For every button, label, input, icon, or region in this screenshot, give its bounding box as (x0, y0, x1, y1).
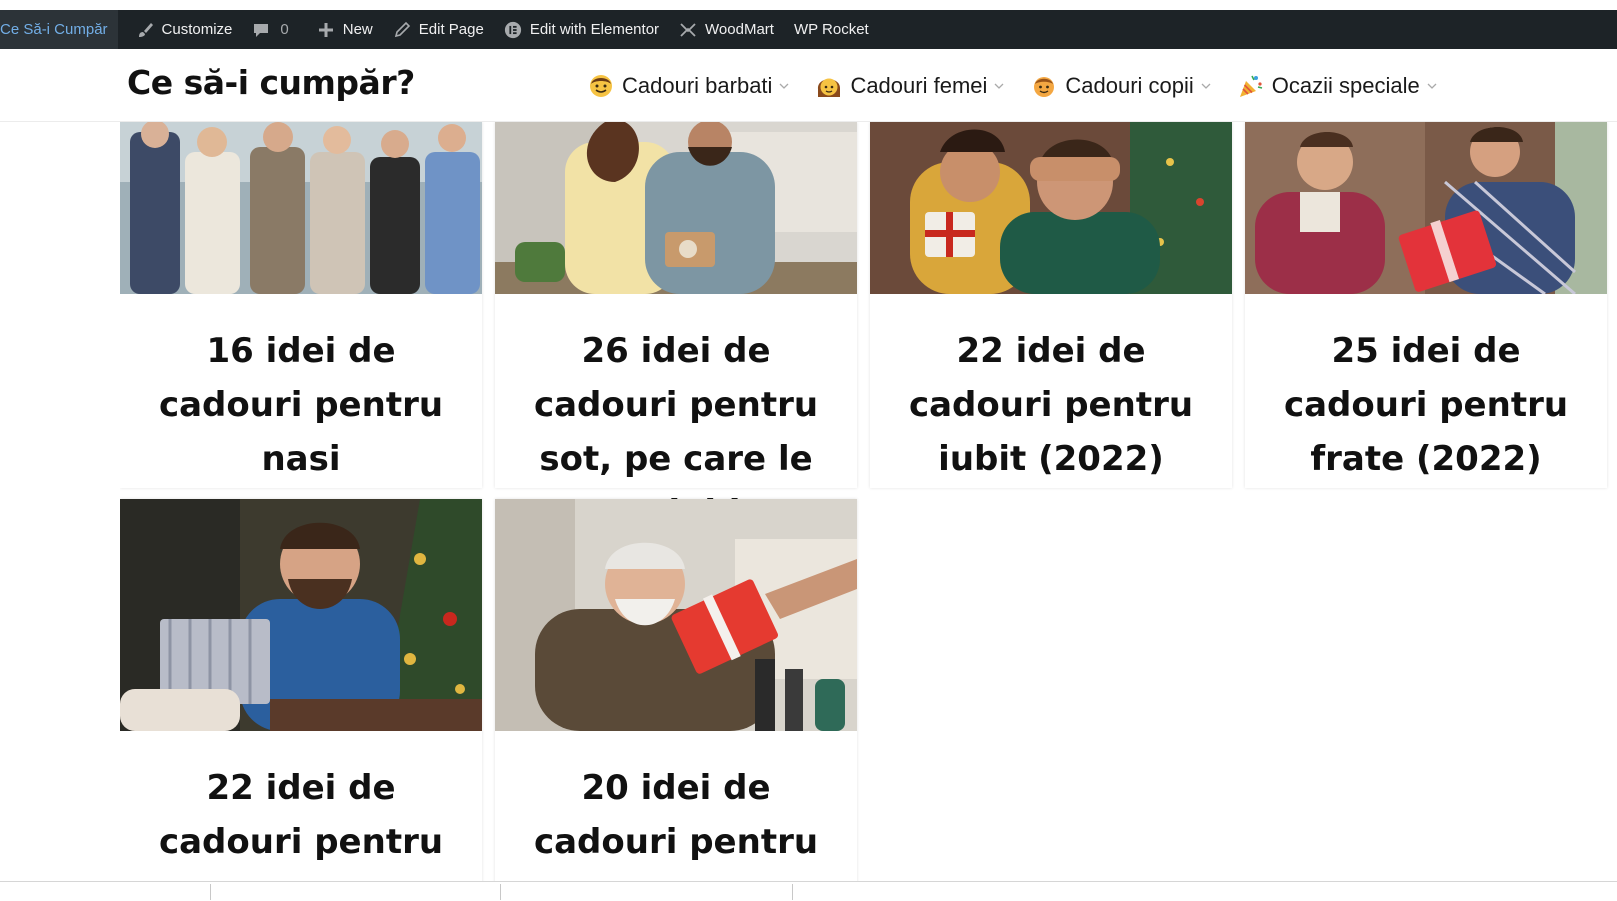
bottom-status-bar (0, 881, 1617, 901)
post-title[interactable]: 22 idei de cadouri pentru (120, 731, 482, 869)
admin-site-name-label: Ce Să-i Cumpăr (0, 21, 108, 38)
chevron-down-icon (778, 80, 790, 92)
wp-admin-bar: Ce Să-i Cumpăr Customize 0 New Edit Page… (0, 10, 1617, 49)
woman-face-icon (816, 73, 842, 99)
nav-item-label: Cadouri barbati (622, 73, 773, 98)
post-title[interactable]: 25 idei de cadouri pentru frate (2022) (1245, 294, 1607, 486)
post-card[interactable]: 22 idei de cadouri pentru (120, 499, 482, 882)
admin-new-label: New (342, 21, 373, 38)
post-card[interactable]: 22 idei de cadouri pentru iubit (2022) (870, 122, 1232, 488)
chevron-down-icon (1200, 80, 1212, 92)
posts-grid: 16 idei de cadouri pentru nasi 26 idei d… (120, 122, 1617, 882)
post-title[interactable]: 20 idei de cadouri pentru (495, 731, 857, 869)
post-card[interactable]: 25 idei de cadouri pentru frate (2022) (1245, 122, 1607, 488)
nav-item-label: Cadouri femei (850, 73, 988, 98)
admin-customize-label: Customize (161, 21, 233, 38)
post-thumbnail-surprise-eyes[interactable] (870, 122, 1232, 294)
admin-edit-elementor-link[interactable]: Edit with Elementor (494, 10, 669, 49)
browser-top-strip (0, 0, 1617, 10)
main-navigation: Cadouri barbati Cadouri femei Cadouri co… (588, 69, 1464, 103)
post-thumbnail-couple-hug[interactable] (495, 122, 857, 294)
bottom-bar-divider (792, 884, 793, 900)
bottom-bar-divider (500, 884, 501, 900)
nav-item-cadouri-femei[interactable]: Cadouri femei (816, 73, 1005, 99)
nav-item-ocazii-speciale[interactable]: Ocazii speciale (1238, 73, 1438, 99)
admin-woodmart-link[interactable]: WoodMart (669, 10, 784, 49)
bottom-bar-divider (210, 884, 211, 900)
admin-wp-rocket-link[interactable]: WP Rocket (784, 10, 879, 49)
nav-item-cadouri-barbati[interactable]: Cadouri barbati (588, 73, 790, 99)
woodmart-icon (679, 21, 697, 39)
admin-edit-elementor-label: Edit with Elementor (529, 21, 660, 38)
post-thumbnail-group-photo[interactable] (120, 122, 482, 294)
nav-item-cadouri-copii[interactable]: Cadouri copii (1031, 73, 1211, 99)
post-thumbnail-gift-exchange[interactable] (1245, 122, 1607, 294)
chevron-down-icon (1426, 80, 1438, 92)
admin-customize-link[interactable]: Customize (126, 10, 243, 49)
post-card[interactable]: 20 idei de cadouri pentru (495, 499, 857, 882)
smiling-face-icon (588, 73, 614, 99)
child-face-icon (1031, 73, 1057, 99)
chevron-down-icon (993, 80, 1005, 92)
post-title[interactable]: 22 idei de cadouri pentru iubit (2022) (870, 294, 1232, 486)
elementor-icon (504, 21, 522, 39)
admin-edit-page-link[interactable]: Edit Page (383, 10, 494, 49)
post-card[interactable]: 16 idei de cadouri pentru nasi (120, 122, 482, 488)
site-header: Ce să-i cumpăr? Cadouri barbati Cadouri … (0, 49, 1617, 122)
admin-woodmart-label: WoodMart (705, 21, 774, 38)
nav-item-label: Ocazii speciale (1271, 73, 1420, 98)
site-logo[interactable]: Ce să-i cumpăr? (127, 63, 415, 102)
post-card[interactable]: 26 idei de cadouri pentru sot, pe care l… (495, 122, 857, 533)
admin-new-link[interactable]: New (307, 10, 383, 49)
post-thumbnail-elderly-man-gift[interactable] (495, 499, 857, 731)
post-title[interactable]: 16 idei de cadouri pentru nasi (120, 294, 482, 486)
pencil-icon (393, 21, 411, 39)
admin-wp-rocket-label: WP Rocket (793, 21, 869, 38)
admin-site-name-link[interactable]: Ce Să-i Cumpăr (0, 10, 118, 49)
admin-comments-link[interactable]: 0 (242, 10, 298, 49)
comment-bubble-icon (252, 21, 270, 39)
admin-comments-count: 0 (280, 21, 289, 38)
nav-item-label: Cadouri copii (1065, 73, 1194, 98)
plus-icon (317, 21, 335, 39)
post-thumbnail-man-receiving-gift[interactable] (120, 499, 482, 731)
admin-edit-page-label: Edit Page (418, 21, 484, 38)
paintbrush-icon (136, 21, 154, 39)
party-popper-icon (1238, 73, 1264, 99)
